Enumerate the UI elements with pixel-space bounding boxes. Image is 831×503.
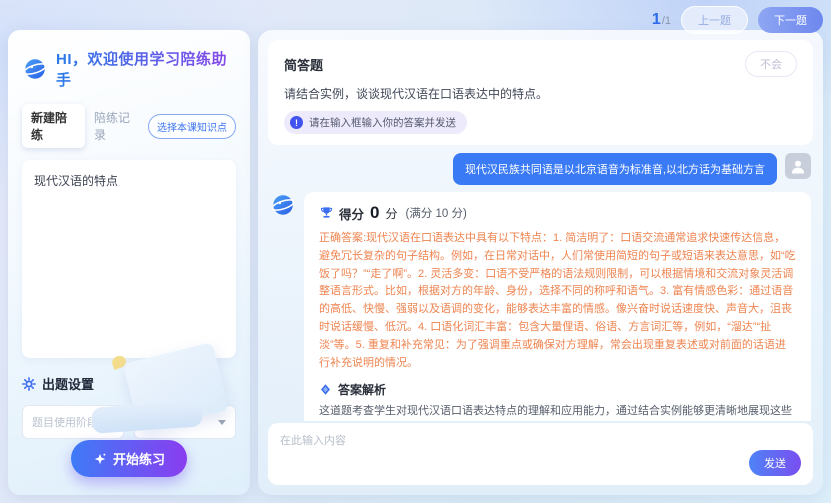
chat-area: 现代汉民族共同语是以北京语音为标准音,以北方话为基础方言 <box>268 145 813 421</box>
user-message-row: 现代汉民族共同语是以北京语音为标准音,以北方话为基础方言 <box>270 153 811 185</box>
question-text: 请结合实例，谈谈现代汉语在口语表达中的特点。 <box>284 85 797 102</box>
tab-practice-records[interactable]: 陪练记录 <box>85 104 148 148</box>
assistant-logo-icon <box>22 56 48 82</box>
stage-dropdown-value: 题目使用阶段 <box>32 414 98 430</box>
gear-icon <box>22 377 36 391</box>
sidebar-header: HI，欢迎使用学习陪练助手 <box>22 48 236 90</box>
prev-question-button[interactable]: 上一题 <box>681 6 748 34</box>
dont-know-button[interactable]: 不会 <box>745 51 797 77</box>
question-settings-title: 出题设置 <box>22 374 236 393</box>
start-practice-label: 开始练习 <box>113 449 165 468</box>
question-card: 简答题 不会 请结合实例，谈谈现代汉语在口语表达中的特点。 ! 请在输入框输入你… <box>268 40 813 145</box>
chevron-down-icon <box>218 420 226 425</box>
answer-hint-text: 请在输入框输入你的答案并发送 <box>309 115 456 130</box>
question-header: 简答题 不会 <box>284 51 797 77</box>
sidebar: HI，欢迎使用学习陪练助手 新建陪练 陪练记录 选择本课知识点 现代汉语的特点 … <box>8 30 250 495</box>
greeting-title: HI，欢迎使用学习陪练助手 <box>56 48 236 90</box>
tab-new-practice[interactable]: 新建陪练 <box>22 104 85 148</box>
page-current: 1 <box>652 11 661 29</box>
pagination-bar: 1 /1 上一题 下一题 <box>652 6 823 34</box>
select-knowledge-button[interactable]: 选择本课知识点 <box>148 114 236 139</box>
user-avatar <box>785 153 811 179</box>
message-input[interactable] <box>280 432 731 476</box>
practice-type-dropdown[interactable]: 应用实践 <box>134 405 236 439</box>
topic-input[interactable]: 现代汉语的特点 <box>22 160 236 358</box>
analysis-gem-icon <box>319 383 332 396</box>
sidebar-tabs: 新建陪练 陪练记录 选择本课知识点 <box>22 104 236 148</box>
page-indicator: 1 /1 <box>652 11 671 29</box>
sparkle-icon <box>93 452 107 466</box>
question-type-label: 简答题 <box>284 55 323 74</box>
analysis-text: 这道题考查学生对现代汉语口语表达特点的理解和应用能力，通过结合实例能够更清晰地展… <box>319 403 796 422</box>
correct-answer-text: 正确答案:现代汉语在口语表达中具有以下特点：1. 简洁明了：口语交流通常追求快速… <box>319 230 796 373</box>
analysis-title: 答案解析 <box>338 381 386 398</box>
info-icon: ! <box>290 116 303 129</box>
assistant-avatar-icon <box>270 192 296 218</box>
chevron-down-icon <box>106 420 114 425</box>
next-question-button[interactable]: 下一题 <box>758 7 823 33</box>
question-settings-label: 出题设置 <box>42 374 94 393</box>
assistant-message-row: 得分 0 分 (满分 10 分) 正确答案:现代汉语在口语表达中具有以下特点：1… <box>270 192 811 421</box>
answer-hint-pill: ! 请在输入框输入你的答案并发送 <box>284 111 467 134</box>
trophy-icon <box>319 206 334 221</box>
message-composer: 发送 <box>268 423 813 485</box>
score-value: 0 <box>370 203 379 223</box>
assistant-message-card: 得分 0 分 (满分 10 分) 正确答案:现代汉语在口语表达中具有以下特点：1… <box>304 192 811 421</box>
practice-panel: 简答题 不会 请结合实例，谈谈现代汉语在口语表达中的特点。 ! 请在输入框输入你… <box>258 30 823 495</box>
start-practice-button[interactable]: 开始练习 <box>71 440 187 477</box>
score-row: 得分 0 分 (满分 10 分) <box>319 203 796 223</box>
practice-type-dropdown-value: 应用实践 <box>144 414 188 430</box>
score-full-text: (满分 10 分) <box>406 205 467 221</box>
score-label: 得分 <box>339 204 364 223</box>
person-icon <box>789 157 807 175</box>
score-unit: 分 <box>385 205 397 222</box>
stage-dropdown[interactable]: 题目使用阶段 <box>22 405 124 439</box>
send-button[interactable]: 发送 <box>749 450 801 476</box>
analysis-header: 答案解析 <box>319 381 796 398</box>
settings-dropdowns: 题目使用阶段 应用实践 <box>22 405 236 439</box>
user-message-bubble: 现代汉民族共同语是以北京语音为标准音,以北方话为基础方言 <box>453 153 777 185</box>
page-total: /1 <box>662 15 671 27</box>
